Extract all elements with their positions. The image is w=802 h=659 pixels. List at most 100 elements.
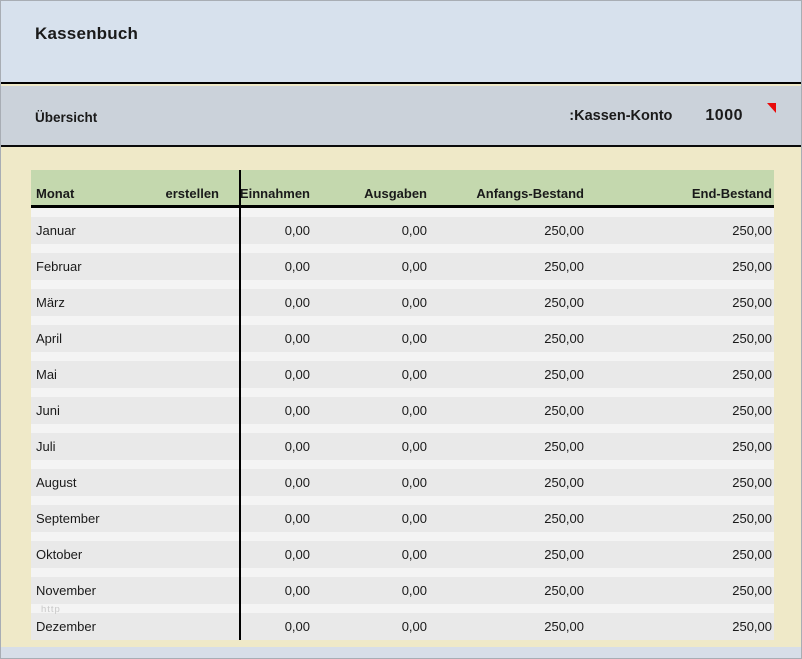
ausgaben-cell[interactable]: 0,00 — [312, 568, 429, 604]
einnahmen-cell[interactable]: 0,00 — [239, 352, 312, 388]
toolbar-band: Übersicht :Kassen-Konto 1000 — [1, 86, 801, 147]
end-bestand-cell[interactable]: 250,00 — [586, 532, 774, 568]
month-cell[interactable]: September — [31, 496, 131, 532]
end-bestand-cell[interactable]: 250,00 — [586, 604, 774, 640]
end-bestand-cell[interactable]: 250,00 — [586, 460, 774, 496]
einnahmen-cell[interactable]: 0,00 — [239, 496, 312, 532]
column-divider-line — [239, 170, 241, 640]
bottom-strip — [1, 647, 801, 658]
end-bestand-cell[interactable]: 250,00 — [586, 388, 774, 424]
end-bestand-cell[interactable]: 250,00 — [586, 424, 774, 460]
ausgaben-cell[interactable]: 0,00 — [312, 388, 429, 424]
month-cell[interactable]: Februar — [31, 244, 131, 280]
anfangs-bestand-cell[interactable]: 250,00 — [429, 496, 586, 532]
einnahmen-cell[interactable]: 0,00 — [239, 316, 312, 352]
account-group: :Kassen-Konto 1000 — [569, 86, 743, 145]
col-header-einnahmen[interactable]: Einnahmen — [239, 170, 312, 205]
months-table: Monat erstellen Einnahmen Ausgaben Anfan… — [31, 170, 774, 640]
einnahmen-cell[interactable]: 0,00 — [239, 460, 312, 496]
col-header-monat[interactable]: Monat — [31, 170, 131, 205]
erstellen-cell[interactable] — [131, 604, 239, 640]
erstellen-cell[interactable] — [131, 280, 239, 316]
month-cell[interactable]: März — [31, 280, 131, 316]
ausgaben-cell[interactable]: 0,00 — [312, 280, 429, 316]
content-area: Monat erstellen Einnahmen Ausgaben Anfan… — [1, 149, 801, 647]
ausgaben-cell[interactable]: 0,00 — [312, 352, 429, 388]
anfangs-bestand-cell[interactable]: 250,00 — [429, 316, 586, 352]
einnahmen-cell[interactable]: 0,00 — [239, 208, 312, 244]
end-bestand-cell[interactable]: 250,00 — [586, 316, 774, 352]
table-row: Dezember0,000,00250,00250,00 — [31, 604, 774, 640]
einnahmen-cell[interactable]: 0,00 — [239, 604, 312, 640]
anfangs-bestand-cell[interactable]: 250,00 — [429, 460, 586, 496]
erstellen-cell[interactable] — [131, 424, 239, 460]
month-cell[interactable]: Oktober — [31, 532, 131, 568]
month-cell[interactable]: Juni — [31, 388, 131, 424]
einnahmen-cell[interactable]: 0,00 — [239, 280, 312, 316]
end-bestand-cell[interactable]: 250,00 — [586, 280, 774, 316]
ausgaben-cell[interactable]: 0,00 — [312, 208, 429, 244]
erstellen-cell[interactable] — [131, 532, 239, 568]
end-bestand-cell[interactable]: 250,00 — [586, 496, 774, 532]
end-bestand-cell[interactable]: 250,00 — [586, 244, 774, 280]
view-label-uebersicht: Übersicht — [35, 110, 97, 125]
ausgaben-cell[interactable]: 0,00 — [312, 424, 429, 460]
ausgaben-cell[interactable]: 0,00 — [312, 316, 429, 352]
anfangs-bestand-cell[interactable]: 250,00 — [429, 280, 586, 316]
comment-note-icon[interactable] — [767, 103, 776, 113]
erstellen-cell[interactable] — [131, 496, 239, 532]
table-row: April0,000,00250,00250,00 — [31, 316, 774, 352]
anfangs-bestand-cell[interactable]: 250,00 — [429, 424, 586, 460]
col-header-anfangs-bestand[interactable]: Anfangs-Bestand — [429, 170, 586, 205]
end-bestand-cell[interactable]: 250,00 — [586, 352, 774, 388]
ausgaben-cell[interactable]: 0,00 — [312, 532, 429, 568]
kassen-konto-value-cell[interactable]: 1000 — [705, 107, 743, 125]
einnahmen-cell[interactable]: 0,00 — [239, 244, 312, 280]
anfangs-bestand-cell[interactable]: 250,00 — [429, 388, 586, 424]
http-watermark-text: http — [41, 604, 61, 615]
table-row: Oktober0,000,00250,00250,00 — [31, 532, 774, 568]
col-header-end-bestand[interactable]: End-Bestand — [586, 170, 774, 205]
col-header-ausgaben[interactable]: Ausgaben — [312, 170, 429, 205]
erstellen-cell[interactable] — [131, 316, 239, 352]
anfangs-bestand-cell[interactable]: 250,00 — [429, 352, 586, 388]
anfangs-bestand-cell[interactable]: 250,00 — [429, 568, 586, 604]
month-cell[interactable]: Mai — [31, 352, 131, 388]
ausgaben-cell[interactable]: 0,00 — [312, 604, 429, 640]
table-row: Juni0,000,00250,00250,00 — [31, 388, 774, 424]
erstellen-cell[interactable] — [131, 460, 239, 496]
month-cell[interactable]: Januar — [31, 208, 131, 244]
table-body: Januar0,000,00250,00250,00Februar0,000,0… — [31, 208, 774, 640]
kassenbuch-window: Kassenbuch Übersicht :Kassen-Konto 1000 … — [0, 0, 802, 659]
title-band: Kassenbuch — [1, 1, 801, 84]
erstellen-cell[interactable] — [131, 208, 239, 244]
erstellen-cell[interactable] — [131, 388, 239, 424]
table-row: Mai0,000,00250,00250,00 — [31, 352, 774, 388]
anfangs-bestand-cell[interactable]: 250,00 — [429, 604, 586, 640]
ausgaben-cell[interactable]: 0,00 — [312, 460, 429, 496]
ausgaben-cell[interactable]: 0,00 — [312, 244, 429, 280]
month-cell[interactable]: Juli — [31, 424, 131, 460]
end-bestand-cell[interactable]: 250,00 — [586, 208, 774, 244]
end-bestand-cell[interactable]: 250,00 — [586, 568, 774, 604]
einnahmen-cell[interactable]: 0,00 — [239, 532, 312, 568]
anfangs-bestand-cell[interactable]: 250,00 — [429, 244, 586, 280]
anfangs-bestand-cell[interactable]: 250,00 — [429, 532, 586, 568]
col-header-erstellen[interactable]: erstellen — [131, 170, 239, 205]
kassen-konto-label: :Kassen-Konto — [569, 108, 672, 124]
table-row: Januar0,000,00250,00250,00 — [31, 208, 774, 244]
table-row: August0,000,00250,00250,00 — [31, 460, 774, 496]
page-title: Kassenbuch — [35, 24, 138, 44]
month-cell[interactable]: August — [31, 460, 131, 496]
einnahmen-cell[interactable]: 0,00 — [239, 424, 312, 460]
ausgaben-cell[interactable]: 0,00 — [312, 496, 429, 532]
table-row: Juli0,000,00250,00250,00 — [31, 424, 774, 460]
erstellen-cell[interactable] — [131, 244, 239, 280]
einnahmen-cell[interactable]: 0,00 — [239, 568, 312, 604]
month-cell[interactable]: April — [31, 316, 131, 352]
erstellen-cell[interactable] — [131, 568, 239, 604]
einnahmen-cell[interactable]: 0,00 — [239, 388, 312, 424]
month-cell[interactable]: November — [31, 568, 131, 604]
erstellen-cell[interactable] — [131, 352, 239, 388]
anfangs-bestand-cell[interactable]: 250,00 — [429, 208, 586, 244]
